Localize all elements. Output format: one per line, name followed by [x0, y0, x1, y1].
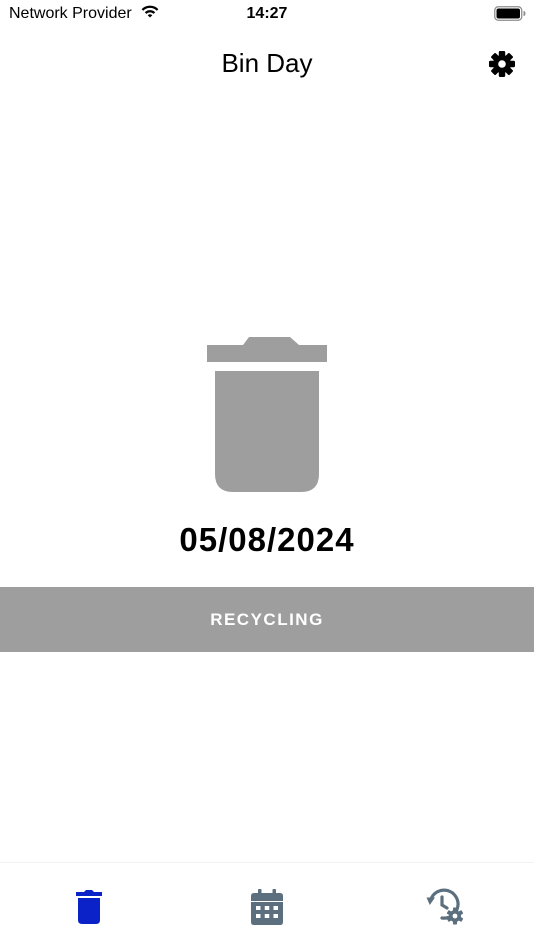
bin-type-label: RECYCLING [210, 610, 324, 629]
tab-bin-day[interactable] [67, 885, 111, 929]
page-title: Bin Day [221, 48, 313, 78]
status-time: 14:27 [246, 5, 288, 22]
settings-button[interactable] [486, 48, 518, 80]
calendar-icon [251, 889, 283, 925]
gear-icon [489, 51, 515, 77]
tab-calendar[interactable] [245, 885, 289, 929]
trash-icon [76, 890, 102, 924]
tab-history-settings[interactable] [424, 885, 468, 929]
bin-icon [207, 337, 327, 492]
tab-bar [0, 862, 534, 950]
bin-type-banner: RECYCLING [0, 587, 534, 652]
history-settings-icon [426, 888, 464, 925]
collection-date: 05/08/2024 [179, 521, 355, 558]
battery-icon [494, 6, 526, 21]
status-bar: Network Provider 14:27 [0, 0, 534, 28]
navigation-bar: Bin Day [0, 36, 534, 92]
screen: Network Provider 14:27 Bin Day 05/08/202… [0, 0, 534, 950]
